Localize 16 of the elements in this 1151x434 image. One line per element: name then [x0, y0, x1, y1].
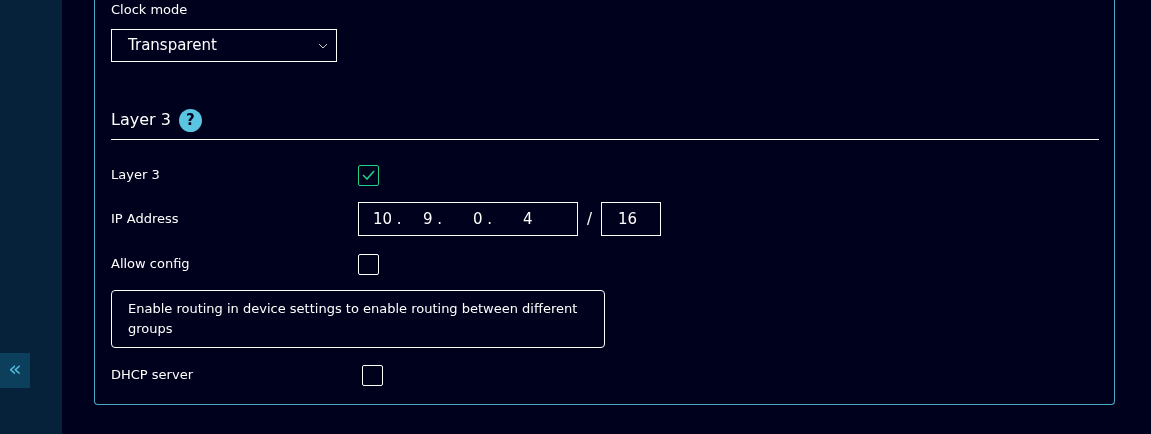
- field-label: Allow config: [111, 255, 191, 274]
- field-label: Layer 3: [111, 166, 161, 185]
- prefix-field[interactable]: 16: [601, 202, 662, 236]
- help-icon[interactable]: ?: [178, 108, 202, 132]
- ip-address-field[interactable]: 10 . 9 . 0 . 4: [358, 202, 578, 236]
- checkmark-icon: [362, 170, 375, 180]
- checkbox[interactable]: [358, 164, 379, 186]
- field-label: DHCP server: [111, 366, 194, 385]
- clock-mode-select[interactable]: Transparent: [111, 29, 337, 62]
- collapse-button[interactable]: «: [0, 353, 30, 388]
- info-message: Enable routing in device settings to enable routing between different groups: [111, 290, 605, 348]
- field-label: Clock mode: [111, 1, 188, 19]
- field-label: IP Address: [111, 210, 180, 229]
- separator-text: /: [587, 208, 593, 230]
- chevron-down-icon: [318, 42, 328, 49]
- section-title: Layer 3: [111, 109, 171, 131]
